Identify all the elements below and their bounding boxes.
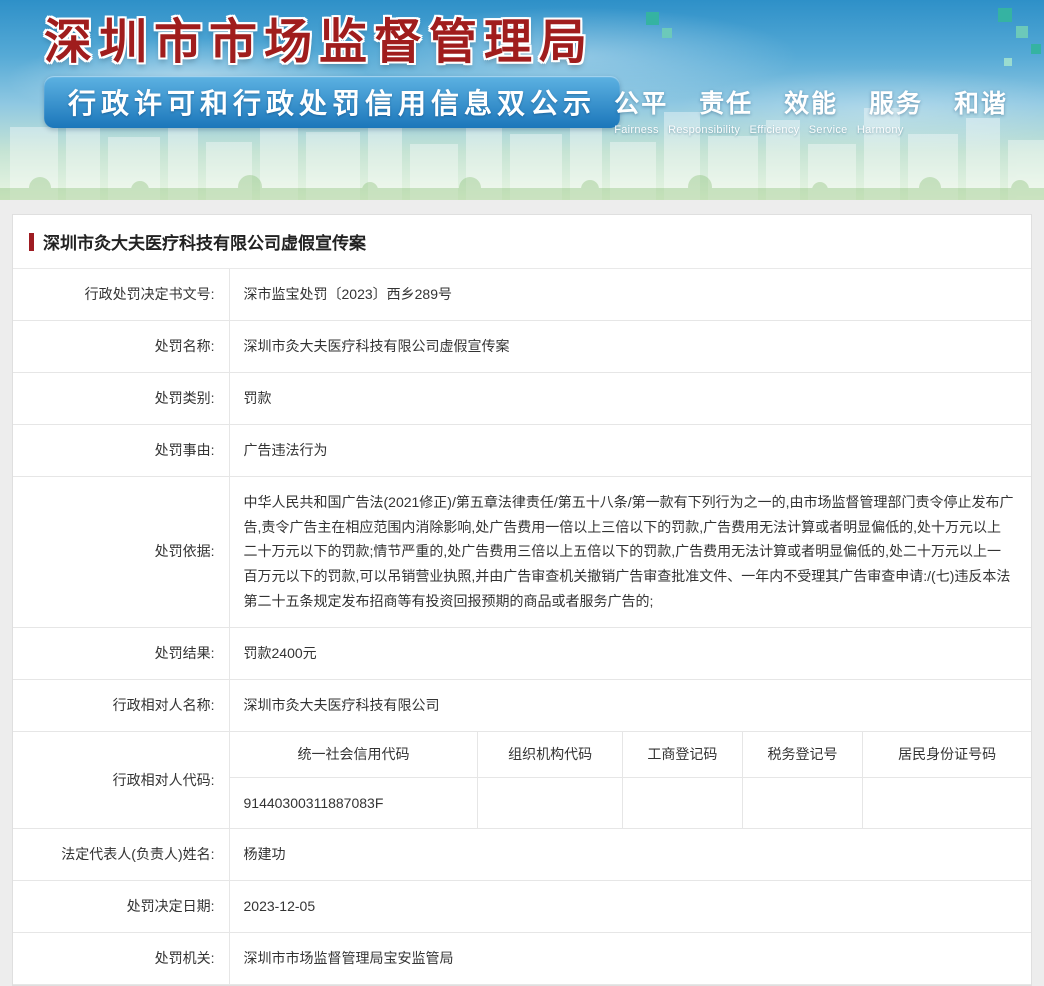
accent-bar <box>29 232 34 251</box>
code-col-header: 工商登记码 <box>622 731 743 778</box>
table-row: 处罚类别: 罚款 <box>13 372 1031 425</box>
slogan-en: Fairness Responsibility Efficiency Servi… <box>614 124 904 136</box>
code-value-empty <box>863 777 1031 828</box>
table-row: 处罚依据: 中华人民共和国广告法(2021修正)/第五章法律责任/第五十八条/第… <box>13 476 1031 629</box>
banner-subtitle: 行政许可和行政处罚信用信息双公示 <box>68 88 597 119</box>
header-banner: 深圳市市场监督管理局 行政许可和行政处罚信用信息双公示 公平 责任 效能 服务 … <box>0 0 1044 200</box>
table-row: 法定代表人(负责人)姓名: 杨建功 <box>13 828 1031 882</box>
content-panel: 深圳市灸大夫医疗科技有限公司虚假宣传案 行政处罚决定书文号: 深市监宝处罚〔20… <box>12 214 1032 986</box>
code-col-header: 统一社会信用代码 <box>229 731 479 778</box>
table-row: 处罚结果: 罚款2400元 <box>13 627 1031 681</box>
row-value: 深圳市市场监督管理局宝安监管局 <box>229 932 1031 986</box>
case-title: 深圳市灸大夫医疗科技有限公司虚假宣传案 <box>43 234 366 253</box>
row-label: 行政处罚决定书文号: <box>13 269 230 321</box>
row-label: 处罚事由: <box>13 424 230 477</box>
page: 深圳市市场监督管理局 行政许可和行政处罚信用信息双公示 公平 责任 效能 服务 … <box>0 0 1044 986</box>
row-value: 统一社会信用代码 组织机构代码 工商登记码 税务登记号 居民身份证号码 9144… <box>229 731 1032 830</box>
table-row: 行政相对人名称: 深圳市灸大夫医疗科技有限公司 <box>13 679 1031 732</box>
row-label: 处罚决定日期: <box>13 880 230 934</box>
row-value: 2023-12-05 <box>229 880 1031 934</box>
row-value: 深市监宝处罚〔2023〕西乡289号 <box>229 269 1031 321</box>
code-col-header: 居民身份证号码 <box>862 731 1031 778</box>
row-label: 行政相对人名称: <box>13 679 230 732</box>
row-value: 罚款 <box>229 372 1031 425</box>
code-value-empty <box>742 777 864 829</box>
slogan-cn: 公平 责任 效能 服务 和谐 <box>614 90 1008 118</box>
entity-code-table: 统一社会信用代码 组织机构代码 工商登记码 税务登记号 居民身份证号码 9144… <box>229 731 1032 829</box>
penalty-info-table: 行政处罚决定书文号: 深市监宝处罚〔2023〕西乡289号 处罚名称: 深圳市灸… <box>13 269 1032 986</box>
credit-code-value: 91440300311887083F <box>229 777 479 829</box>
row-value: 深圳市灸大夫医疗科技有限公司 <box>229 679 1031 732</box>
row-label: 处罚机关: <box>13 932 230 986</box>
table-row: 行政处罚决定书文号: 深市监宝处罚〔2023〕西乡289号 <box>13 269 1031 321</box>
table-row-codes: 行政相对人代码: 统一社会信用代码 组织机构代码 工商登记码 税务登记号 居民身… <box>13 731 1032 830</box>
row-value: 深圳市灸大夫医疗科技有限公司虚假宣传案 <box>229 320 1031 373</box>
table-row: 处罚决定日期: 2023-12-05 <box>13 880 1031 934</box>
row-label: 法定代表人(负责人)姓名: <box>13 828 230 882</box>
table-row: 处罚事由: 广告违法行为 <box>13 424 1031 477</box>
case-header: 深圳市灸大夫医疗科技有限公司虚假宣传案 <box>13 215 1031 269</box>
code-value-empty <box>622 777 743 829</box>
code-col-header: 组织机构代码 <box>477 731 623 778</box>
row-label: 行政相对人代码: <box>13 731 230 830</box>
code-table-value-row: 91440300311887083F <box>229 777 1032 829</box>
code-col-header: 税务登记号 <box>742 731 864 778</box>
table-row: 处罚机关: 深圳市市场监督管理局宝安监管局 <box>13 932 1031 986</box>
code-table-header-row: 统一社会信用代码 组织机构代码 工商登记码 税务登记号 居民身份证号码 <box>229 731 1031 778</box>
banner-subtitle-ribbon: 行政许可和行政处罚信用信息双公示 <box>44 76 621 128</box>
row-value: 中华人民共和国广告法(2021修正)/第五章法律责任/第五十八条/第一款有下列行… <box>229 476 1031 629</box>
row-value: 杨建功 <box>229 828 1031 882</box>
row-label: 处罚结果: <box>13 627 230 681</box>
row-label: 处罚类别: <box>13 372 230 425</box>
row-label: 处罚依据: <box>13 476 230 629</box>
banner-slogan: 公平 责任 效能 服务 和谐 Fairness Responsibility E… <box>614 84 1008 136</box>
table-row: 处罚名称: 深圳市灸大夫医疗科技有限公司虚假宣传案 <box>13 320 1031 373</box>
row-value: 广告违法行为 <box>229 424 1031 477</box>
code-value-empty <box>477 777 623 829</box>
site-title: 深圳市市场监督管理局 <box>44 16 595 69</box>
row-label: 处罚名称: <box>13 320 230 373</box>
row-value: 罚款2400元 <box>229 627 1031 681</box>
